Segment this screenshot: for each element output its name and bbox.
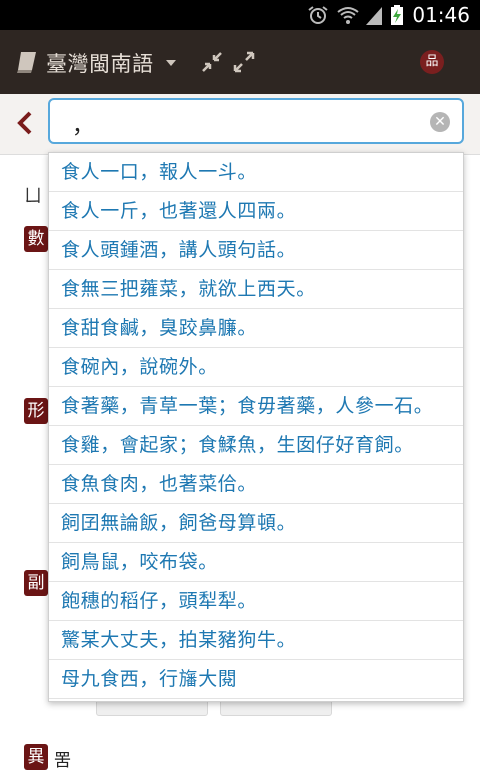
collapse-icon[interactable] (200, 50, 224, 74)
clock: 01:46 (412, 3, 470, 27)
book-icon (17, 52, 36, 73)
search-row: ， ✕ (0, 94, 480, 155)
alarm-icon (308, 6, 328, 24)
suggestion-item[interactable]: 食魚食肉，也著菜佮。 (49, 465, 463, 504)
category-badge: 副 (24, 570, 48, 596)
signal-icon (366, 7, 382, 25)
suggestion-item[interactable]: 食無三把蕹菜，就欲上西天。 (49, 270, 463, 309)
suggestion-item[interactable]: 食人頭鍾酒，講人頭句話。 (49, 231, 463, 270)
suggestion-item[interactable]: 飼鳥鼠，咬布袋。 (49, 543, 463, 582)
suggestion-item[interactable]: 食著藥，青草一葉；食毋著藥，人參一石。 (49, 387, 463, 426)
suggestion-list: 食人一口，報人一斗。 食人一斤，也著還人四兩。 食人頭鍾酒，講人頭句話。 食無三… (48, 152, 464, 702)
entry-text: 罟 (54, 751, 71, 771)
battery-charging-icon (391, 5, 403, 25)
dictionary-title[interactable]: 臺灣閩南語 (46, 48, 154, 78)
suggestion-item[interactable]: 食人一斤，也著還人四兩。 (49, 192, 463, 231)
dropdown-caret-icon[interactable] (166, 60, 176, 66)
suggestion-item[interactable]: 食雞，會起家；食鰇魚，生囡仔好育飼。 (49, 426, 463, 465)
suggestion-item[interactable]: 驚某大丈夫，拍某豬狗牛。 (49, 621, 463, 660)
suggestion-item[interactable]: 食甜食鹹，臭跤鼻臁。 (49, 309, 463, 348)
category-badge: 數 (24, 226, 48, 252)
status-bar: 01:46 (0, 0, 480, 30)
suggestion-item[interactable]: 食碗內，說碗外。 (49, 348, 463, 387)
category-badge: 形 (24, 398, 48, 424)
suggestion-item[interactable]: 食人一口，報人一斗。 (49, 153, 463, 192)
clear-search-icon[interactable]: ✕ (430, 112, 450, 132)
back-chevron-icon[interactable] (14, 110, 36, 136)
search-input-value: ， (72, 114, 95, 139)
search-input[interactable]: ， ✕ (48, 98, 464, 144)
suggestion-item[interactable]: 母九食西，行旛大閱 (49, 660, 463, 699)
category-badge: 異 (24, 744, 48, 770)
wifi-icon (337, 7, 359, 24)
suggestion-item[interactable]: 飼囝無論飯，飼爸母算頓。 (49, 504, 463, 543)
pronunciation-text: ㄩ (24, 186, 42, 207)
seal-icon[interactable]: 品 (420, 50, 444, 74)
action-bar: 臺灣閩南語 品 (0, 30, 480, 94)
expand-icon[interactable] (232, 50, 256, 74)
suggestion-item[interactable]: 飽穗的稻仔，頭犁犁。 (49, 582, 463, 621)
